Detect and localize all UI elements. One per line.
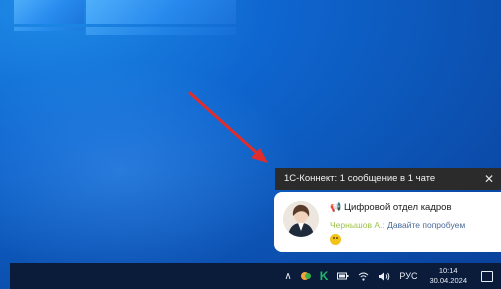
clock[interactable]: 10:14 30.04.2024 bbox=[429, 266, 467, 286]
message-text: Давайте попробуем bbox=[384, 220, 466, 230]
language-indicator[interactable]: РУС bbox=[399, 271, 417, 281]
app-tray-icon[interactable] bbox=[300, 271, 311, 281]
desktop: 1С-Коннект: 1 сообщение в 1 чате ✕ 📢 Циф… bbox=[0, 0, 501, 289]
close-icon[interactable]: ✕ bbox=[484, 168, 494, 190]
chat-name: Цифровой отдел кадров bbox=[344, 202, 452, 213]
system-tray: ∧ K РУС 10:14 30.04.2024 bbox=[284, 263, 501, 289]
battery-icon[interactable] bbox=[337, 272, 349, 280]
taskbar: ∧ K РУС 10:14 30.04.2024 bbox=[10, 263, 501, 289]
kaspersky-icon[interactable]: K bbox=[320, 269, 329, 283]
avatar bbox=[283, 201, 319, 237]
clock-date: 30.04.2024 bbox=[429, 276, 467, 285]
smiling-face-icon bbox=[330, 234, 341, 245]
chevron-up-icon[interactable]: ∧ bbox=[284, 271, 291, 282]
clock-time: 10:14 bbox=[438, 266, 458, 275]
notification-card[interactable]: 📢 Цифровой отдел кадров Чернышов А.: Дав… bbox=[274, 192, 501, 252]
notification-header[interactable]: 1С-Коннект: 1 сообщение в 1 чате ✕ bbox=[275, 168, 501, 190]
message-sender: Чернышов А.: bbox=[330, 220, 385, 230]
message-preview: Чернышов А.: Давайте попробуем bbox=[330, 220, 465, 230]
megaphone-icon: 📢 bbox=[330, 202, 342, 212]
notification-center-icon[interactable] bbox=[481, 270, 493, 282]
wifi-icon[interactable] bbox=[358, 272, 369, 281]
notification-title: 1С-Коннект: 1 сообщение в 1 чате bbox=[284, 173, 436, 184]
volume-icon[interactable] bbox=[378, 272, 390, 281]
